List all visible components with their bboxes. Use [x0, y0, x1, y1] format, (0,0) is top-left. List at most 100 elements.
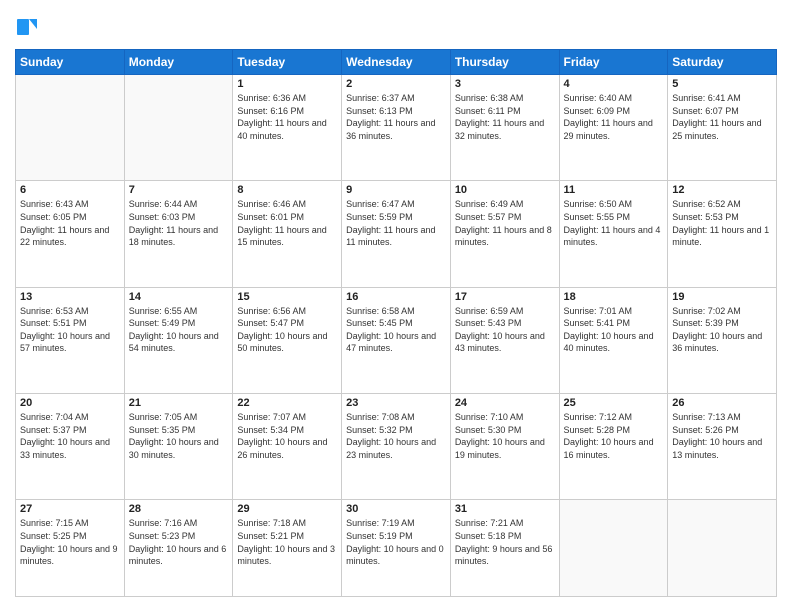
day-number: 24 [455, 397, 555, 409]
day-info: Sunrise: 7:07 AM Sunset: 5:34 PM Dayligh… [237, 411, 337, 461]
calendar-cell: 7 Sunrise: 6:44 AM Sunset: 6:03 PM Daylig… [124, 181, 233, 287]
calendar-cell: 20 Sunrise: 7:04 AM Sunset: 5:37 PM Dayli… [16, 393, 125, 499]
day-number: 14 [129, 291, 229, 303]
day-number: 11 [564, 184, 664, 196]
calendar-cell: 29 Sunrise: 7:18 AM Sunset: 5:21 PM Dayli… [233, 500, 342, 597]
day-number: 2 [346, 78, 446, 90]
calendar-cell: 9 Sunrise: 6:47 AM Sunset: 5:59 PM Daylig… [342, 181, 451, 287]
day-info: Sunrise: 7:01 AM Sunset: 5:41 PM Dayligh… [564, 305, 664, 355]
calendar-cell: 19 Sunrise: 7:02 AM Sunset: 5:39 PM Dayli… [668, 287, 777, 393]
day-info: Sunrise: 6:53 AM Sunset: 5:51 PM Dayligh… [20, 305, 120, 355]
calendar-cell [559, 500, 668, 597]
day-info: Sunrise: 7:05 AM Sunset: 5:35 PM Dayligh… [129, 411, 229, 461]
day-info: Sunrise: 7:08 AM Sunset: 5:32 PM Dayligh… [346, 411, 446, 461]
calendar-cell: 31Sunrise: 7:21 AM Sunset: 5:18 PM Dayli… [450, 500, 559, 597]
day-number: 18 [564, 291, 664, 303]
calendar-cell [124, 75, 233, 181]
calendar-cell: 3Sunrise: 6:38 AM Sunset: 6:11 PM Daylig… [450, 75, 559, 181]
calendar-week-row: 20 Sunrise: 7:04 AM Sunset: 5:37 PM Dayli… [16, 393, 777, 499]
day-info: Sunrise: 6:58 AM Sunset: 5:45 PM Dayligh… [346, 305, 446, 355]
day-number: 9 [346, 184, 446, 196]
calendar-cell: 13 Sunrise: 6:53 AM Sunset: 5:51 PM Dayli… [16, 287, 125, 393]
day-info: Sunrise: 6:47 AM Sunset: 5:59 PM Dayligh… [346, 198, 446, 248]
day-number: 29 [237, 503, 337, 515]
page: SundayMondayTuesdayWednesdayThursdayFrid… [0, 0, 792, 612]
calendar-cell: 25 Sunrise: 7:12 AM Sunset: 5:28 PM Dayli… [559, 393, 668, 499]
day-number: 23 [346, 397, 446, 409]
logo-icon [15, 15, 39, 39]
calendar-cell: 22 Sunrise: 7:07 AM Sunset: 5:34 PM Dayli… [233, 393, 342, 499]
day-number: 3 [455, 78, 555, 90]
day-info: Sunrise: 6:59 AM Sunset: 5:43 PM Dayligh… [455, 305, 555, 355]
calendar-cell: 5 Sunrise: 6:41 AM Sunset: 6:07 PM Daylig… [668, 75, 777, 181]
day-info: Sunrise: 7:15 AM Sunset: 5:25 PM Dayligh… [20, 517, 120, 567]
logo [15, 15, 41, 39]
day-number: 19 [672, 291, 772, 303]
day-number: 28 [129, 503, 229, 515]
calendar-week-row: 1 Sunrise: 6:36 AM Sunset: 6:16 PM Daylig… [16, 75, 777, 181]
calendar-cell: 15Sunrise: 6:56 AM Sunset: 5:47 PM Dayli… [233, 287, 342, 393]
calendar-cell: 21 Sunrise: 7:05 AM Sunset: 5:35 PM Dayli… [124, 393, 233, 499]
day-info: Sunrise: 7:04 AM Sunset: 5:37 PM Dayligh… [20, 411, 120, 461]
day-info: Sunrise: 6:36 AM Sunset: 6:16 PM Dayligh… [237, 92, 337, 142]
day-number: 31 [455, 503, 555, 515]
day-info: Sunrise: 7:16 AM Sunset: 5:23 PM Dayligh… [129, 517, 229, 567]
day-info: Sunrise: 7:12 AM Sunset: 5:28 PM Dayligh… [564, 411, 664, 461]
day-info: Sunrise: 6:50 AM Sunset: 5:55 PM Dayligh… [564, 198, 664, 248]
calendar-cell: 24 Sunrise: 7:10 AM Sunset: 5:30 PM Dayli… [450, 393, 559, 499]
day-info: Sunrise: 7:13 AM Sunset: 5:26 PM Dayligh… [672, 411, 772, 461]
weekday-header: Monday [124, 50, 233, 75]
calendar-cell: 18 Sunrise: 7:01 AM Sunset: 5:41 PM Dayli… [559, 287, 668, 393]
calendar-cell: 28 Sunrise: 7:16 AM Sunset: 5:23 PM Dayli… [124, 500, 233, 597]
day-info: Sunrise: 6:49 AM Sunset: 5:57 PM Dayligh… [455, 198, 555, 248]
weekday-header: Tuesday [233, 50, 342, 75]
day-info: Sunrise: 6:44 AM Sunset: 6:03 PM Dayligh… [129, 198, 229, 248]
calendar-cell: 11 Sunrise: 6:50 AM Sunset: 5:55 PM Dayli… [559, 181, 668, 287]
day-number: 21 [129, 397, 229, 409]
day-number: 27 [20, 503, 120, 515]
calendar-cell: 8 Sunrise: 6:46 AM Sunset: 6:01 PM Daylig… [233, 181, 342, 287]
day-info: Sunrise: 7:18 AM Sunset: 5:21 PM Dayligh… [237, 517, 337, 567]
day-number: 16 [346, 291, 446, 303]
weekday-header: Wednesday [342, 50, 451, 75]
day-info: Sunrise: 7:02 AM Sunset: 5:39 PM Dayligh… [672, 305, 772, 355]
calendar-cell: 1 Sunrise: 6:36 AM Sunset: 6:16 PM Daylig… [233, 75, 342, 181]
day-info: Sunrise: 6:43 AM Sunset: 6:05 PM Dayligh… [20, 198, 120, 248]
calendar-cell: 12Sunrise: 6:52 AM Sunset: 5:53 PM Dayli… [668, 181, 777, 287]
day-number: 4 [564, 78, 664, 90]
calendar-cell: 6Sunrise: 6:43 AM Sunset: 6:05 PM Daylig… [16, 181, 125, 287]
day-number: 5 [672, 78, 772, 90]
calendar-cell [668, 500, 777, 597]
day-number: 20 [20, 397, 120, 409]
day-info: Sunrise: 7:10 AM Sunset: 5:30 PM Dayligh… [455, 411, 555, 461]
header [15, 15, 777, 39]
calendar-cell: 10 Sunrise: 6:49 AM Sunset: 5:57 PM Dayli… [450, 181, 559, 287]
day-number: 30 [346, 503, 446, 515]
calendar-cell: 16 Sunrise: 6:58 AM Sunset: 5:45 PM Dayli… [342, 287, 451, 393]
day-info: Sunrise: 6:40 AM Sunset: 6:09 PM Dayligh… [564, 92, 664, 142]
day-info: Sunrise: 6:55 AM Sunset: 5:49 PM Dayligh… [129, 305, 229, 355]
day-number: 1 [237, 78, 337, 90]
calendar-cell: 4 Sunrise: 6:40 AM Sunset: 6:09 PM Daylig… [559, 75, 668, 181]
calendar-cell: 23 Sunrise: 7:08 AM Sunset: 5:32 PM Dayli… [342, 393, 451, 499]
calendar-table: SundayMondayTuesdayWednesdayThursdayFrid… [15, 49, 777, 597]
calendar-cell: 27 Sunrise: 7:15 AM Sunset: 5:25 PM Dayli… [16, 500, 125, 597]
calendar-cell: 17Sunrise: 6:59 AM Sunset: 5:43 PM Dayli… [450, 287, 559, 393]
day-info: Sunrise: 6:37 AM Sunset: 6:13 PM Dayligh… [346, 92, 446, 142]
day-number: 26 [672, 397, 772, 409]
weekday-header: Sunday [16, 50, 125, 75]
weekday-header: Saturday [668, 50, 777, 75]
calendar-cell: 30Sunrise: 7:19 AM Sunset: 5:19 PM Dayli… [342, 500, 451, 597]
day-info: Sunrise: 6:41 AM Sunset: 6:07 PM Dayligh… [672, 92, 772, 142]
day-info: Sunrise: 6:46 AM Sunset: 6:01 PM Dayligh… [237, 198, 337, 248]
day-number: 13 [20, 291, 120, 303]
calendar-cell: 2 Sunrise: 6:37 AM Sunset: 6:13 PM Daylig… [342, 75, 451, 181]
weekday-header: Thursday [450, 50, 559, 75]
day-number: 7 [129, 184, 229, 196]
calendar-body: 1 Sunrise: 6:36 AM Sunset: 6:16 PM Daylig… [16, 75, 777, 597]
day-number: 10 [455, 184, 555, 196]
day-number: 8 [237, 184, 337, 196]
day-number: 25 [564, 397, 664, 409]
calendar-cell [16, 75, 125, 181]
day-number: 22 [237, 397, 337, 409]
